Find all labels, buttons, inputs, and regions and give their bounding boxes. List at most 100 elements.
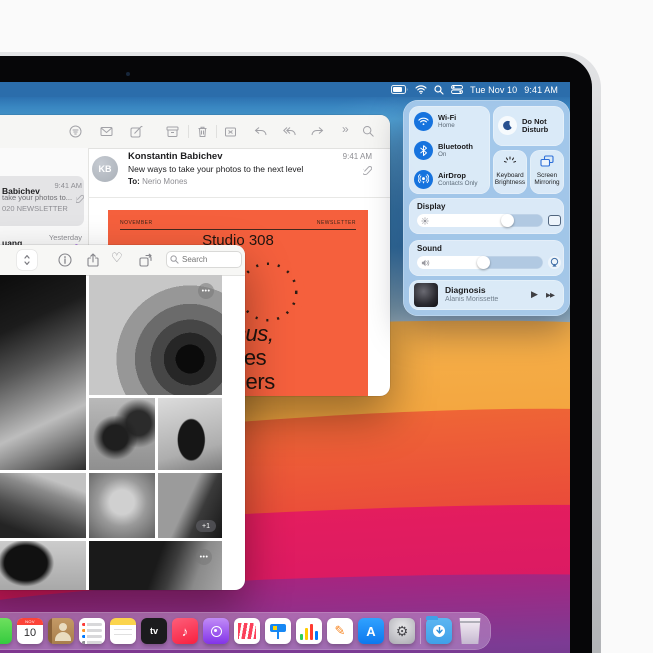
info-icon[interactable] bbox=[58, 253, 72, 267]
brightness-sun-icon bbox=[421, 217, 429, 225]
volume-slider[interactable] bbox=[417, 256, 543, 269]
macbook: Tue Nov 10 9:41 AM » Babichev 9:41 AM ta… bbox=[0, 52, 601, 653]
do-not-disturb-toggle[interactable]: Do Not Disturb bbox=[493, 106, 564, 146]
newsletter-type: NEWSLETTER bbox=[316, 220, 356, 226]
menu-bar-clock[interactable]: 9:41 AM bbox=[524, 85, 558, 95]
bluetooth-toggle[interactable]: Bluetooth On bbox=[414, 137, 487, 164]
dock-icon-app-store[interactable]: A bbox=[358, 618, 384, 644]
dock-icon-numbers[interactable] bbox=[296, 618, 322, 644]
now-playing-module: Diagnosis Alanis Morissette ▶ ▶▶ bbox=[409, 280, 564, 310]
reply-icon[interactable] bbox=[254, 125, 267, 138]
speaker-icon bbox=[421, 259, 430, 267]
moon-icon bbox=[498, 116, 517, 135]
connectivity-card: Wi-Fi Home Bluetooth On AirDrop Contacts… bbox=[409, 106, 490, 194]
favorite-heart-icon[interactable]: ♡ bbox=[111, 250, 123, 266]
compose-icon[interactable] bbox=[130, 125, 143, 138]
more-options-button[interactable]: ••• bbox=[198, 283, 214, 299]
photo-tile-bicycle[interactable]: +1 bbox=[158, 473, 222, 538]
dock: NOV 10 tv ♪ ✎ A ⚙ bbox=[0, 612, 491, 650]
more-options-button[interactable]: ••• bbox=[196, 549, 212, 565]
display-button[interactable] bbox=[548, 215, 561, 226]
list-preview2: 020 NEWSLETTER bbox=[2, 204, 68, 213]
control-center-icon[interactable] bbox=[451, 85, 464, 94]
display-module: Display bbox=[409, 198, 564, 234]
reply-all-icon[interactable] bbox=[283, 125, 296, 138]
more-toolbar-items-icon[interactable]: » bbox=[342, 122, 349, 136]
dock-icon-system-preferences[interactable]: ⚙ bbox=[389, 618, 415, 644]
album-art bbox=[414, 283, 438, 307]
photos-toolbar: ♡ bbox=[0, 245, 245, 276]
newsletter-month: NOVEMBER bbox=[120, 220, 153, 226]
screen-mirroring-button[interactable]: Screen Mirroring bbox=[530, 150, 564, 194]
photos-window: ♡ ••• +1 bbox=[0, 245, 245, 590]
message-recipient-row: To: Nerio Mones bbox=[128, 177, 187, 186]
dock-icon-calendar[interactable]: NOV 10 bbox=[17, 618, 43, 644]
dock-divider bbox=[420, 618, 421, 644]
photo-tile-silhouette[interactable] bbox=[158, 398, 222, 470]
dock-icon-messages[interactable] bbox=[0, 618, 12, 644]
dock-icon-pages[interactable]: ✎ bbox=[327, 618, 353, 644]
dock-icon-podcasts[interactable] bbox=[203, 618, 229, 644]
photo-tile-shadow[interactable] bbox=[0, 541, 86, 590]
music-note-icon: ♪ bbox=[181, 623, 189, 639]
filter-icon[interactable] bbox=[69, 125, 82, 138]
spotlight-search-icon[interactable] bbox=[434, 84, 444, 95]
get-mail-icon[interactable] bbox=[100, 125, 113, 138]
dock-icon-music[interactable]: ♪ bbox=[172, 618, 198, 644]
airdrop-icon bbox=[414, 170, 433, 189]
photo-tile-group[interactable] bbox=[89, 473, 155, 538]
dock-icon-downloads-folder[interactable] bbox=[426, 616, 452, 644]
fast-forward-button[interactable]: ▶▶ bbox=[546, 291, 555, 299]
attachment-icon bbox=[76, 194, 84, 203]
desktop: Tue Nov 10 9:41 AM » Babichev 9:41 AM ta… bbox=[0, 82, 570, 653]
mail-toolbar: » bbox=[0, 115, 390, 149]
facetime-camera bbox=[126, 72, 130, 76]
recipient-name[interactable]: Nerio Mones bbox=[142, 177, 187, 186]
photo-tile-highfive[interactable] bbox=[89, 398, 155, 470]
zoom-stepper[interactable] bbox=[17, 250, 37, 270]
menu-bar-date[interactable]: Tue Nov 10 bbox=[470, 85, 517, 95]
list-time: Yesterday bbox=[48, 233, 82, 242]
photo-tile-portrait[interactable] bbox=[0, 275, 86, 470]
airplay-audio-button[interactable] bbox=[548, 256, 561, 269]
forward-icon[interactable] bbox=[311, 125, 324, 138]
dock-icon-reminders[interactable] bbox=[79, 618, 105, 644]
dock-icon-contacts[interactable] bbox=[48, 618, 74, 644]
track-artist: Alanis Morissette bbox=[445, 296, 499, 303]
gear-icon: ⚙ bbox=[395, 623, 409, 639]
dock-icon-apple-tv[interactable]: tv bbox=[141, 618, 167, 644]
menu-bar: Tue Nov 10 9:41 AM bbox=[0, 82, 570, 97]
screen-mirroring-icon bbox=[540, 155, 554, 167]
wifi-icon[interactable] bbox=[415, 85, 427, 94]
sound-module: Sound bbox=[409, 240, 564, 276]
dock-icon-notes[interactable] bbox=[110, 618, 136, 644]
slider-knob[interactable] bbox=[476, 256, 490, 269]
airdrop-toggle[interactable]: AirDrop Contacts Only bbox=[414, 166, 487, 193]
photo-tile-buildings[interactable] bbox=[0, 473, 86, 538]
dock-icon-trash[interactable] bbox=[459, 618, 481, 644]
play-button[interactable]: ▶ bbox=[531, 289, 538, 300]
message-time: 9:41 AM bbox=[342, 152, 372, 161]
keyboard-brightness-button[interactable]: Keyboard Brightness bbox=[493, 150, 527, 194]
message-subject: New ways to take your photos to the next… bbox=[128, 164, 304, 174]
overflow-count-badge[interactable]: +1 bbox=[196, 520, 216, 532]
slider-knob[interactable] bbox=[500, 214, 514, 227]
archive-icon[interactable] bbox=[166, 125, 179, 138]
dock-icon-keynote[interactable] bbox=[265, 618, 291, 644]
list-preview: take your photos to... bbox=[2, 193, 73, 202]
search-icon[interactable] bbox=[362, 125, 375, 138]
attachment-icon[interactable] bbox=[363, 165, 372, 175]
battery-icon[interactable] bbox=[391, 85, 408, 94]
junk-icon[interactable] bbox=[224, 125, 237, 138]
rotate-icon[interactable] bbox=[138, 253, 152, 267]
share-icon[interactable] bbox=[86, 253, 100, 267]
display-brightness-slider[interactable] bbox=[417, 214, 543, 227]
photo-tile-dark-arch[interactable]: ••• bbox=[89, 541, 222, 590]
sender-avatar: KB bbox=[92, 156, 118, 182]
pen-icon: ✎ bbox=[334, 623, 346, 638]
wifi-toggle[interactable]: Wi-Fi Home bbox=[414, 108, 487, 135]
message-sender: Konstantin Babichev bbox=[128, 151, 223, 162]
dock-icon-news[interactable] bbox=[234, 618, 260, 644]
photo-tile-arches[interactable]: ••• bbox=[89, 275, 222, 395]
trash-icon[interactable] bbox=[196, 125, 209, 138]
